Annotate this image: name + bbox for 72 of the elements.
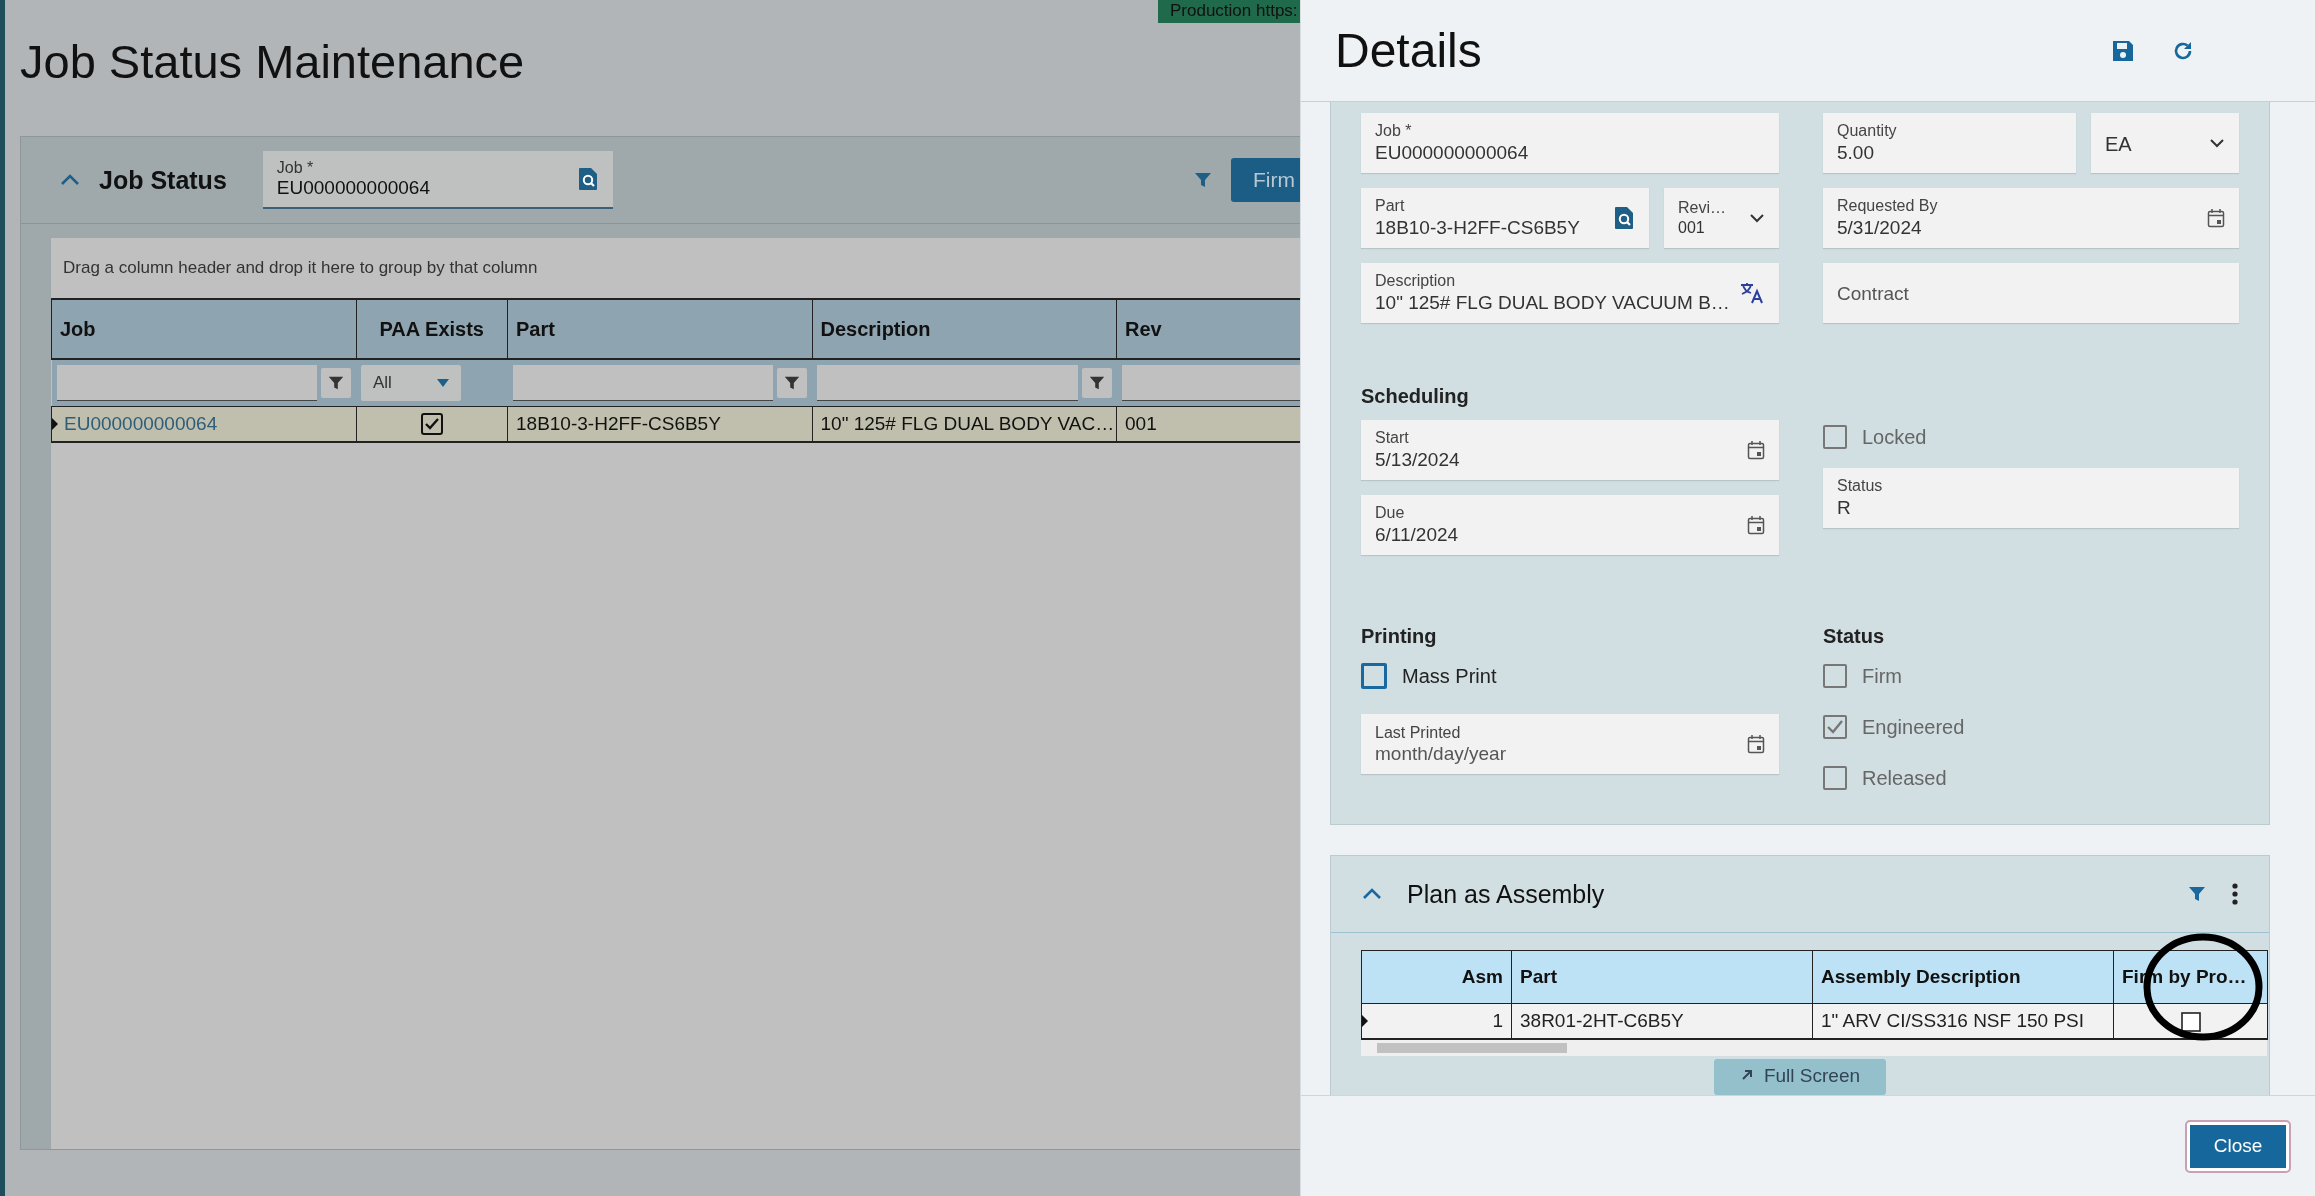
section-heading: Status bbox=[1823, 625, 1886, 648]
table-cell: 1 bbox=[1361, 1003, 1512, 1039]
checkbox-label: Locked bbox=[1862, 425, 1927, 449]
column-header[interactable]: Rev bbox=[1116, 299, 1300, 359]
column-header[interactable]: Assembly Description bbox=[1812, 950, 2114, 1004]
column-header[interactable]: Part bbox=[1511, 950, 1813, 1004]
chevron-down-icon[interactable] bbox=[1749, 212, 1765, 224]
full-screen-button[interactable]: Full Screen bbox=[1713, 1059, 1887, 1095]
checkbox-label: Firm bbox=[1862, 664, 1902, 688]
start-date-field[interactable]: Start 5/13/2024 bbox=[1361, 420, 1779, 480]
job-field[interactable]: Job * EU000000000064 bbox=[262, 151, 613, 209]
filter-dropdown[interactable]: All bbox=[361, 365, 461, 401]
environment-tag: Production https: bbox=[1158, 0, 1300, 23]
section-title: Job Status bbox=[99, 165, 227, 195]
section-title: Plan as Assembly bbox=[1407, 879, 1606, 909]
calendar-icon[interactable] bbox=[1747, 515, 1765, 535]
unit-dropdown[interactable]: EA bbox=[2091, 113, 2239, 173]
status-field[interactable]: Status R bbox=[1823, 468, 2239, 528]
revision-dropdown[interactable]: Revi… 001 bbox=[1664, 188, 1779, 248]
calendar-icon[interactable] bbox=[1747, 440, 1765, 460]
group-hint: Drag a column header and drop it here to group by that column bbox=[62, 257, 539, 279]
checkbox-label: Engineered bbox=[1862, 715, 1965, 739]
date-input[interactable]: month/day/year bbox=[1375, 741, 1747, 765]
filter-icon[interactable] bbox=[1087, 374, 1106, 392]
requested-by-field[interactable]: Requested By 5/31/2024 bbox=[1823, 188, 2239, 248]
search-icon[interactable] bbox=[1613, 206, 1635, 230]
checkbox[interactable] bbox=[1361, 663, 1387, 689]
table-cell: 18B10-3-H2FF-CS6B5Y bbox=[507, 406, 812, 442]
quantity-field[interactable]: Quantity 5.00 bbox=[1823, 113, 2076, 173]
part-field[interactable]: Part 18B10-3-H2FF-CS6B5Y bbox=[1361, 188, 1649, 248]
checkbox-label: Released bbox=[1862, 766, 1947, 790]
table-cell: 1" ARV CI/SS316 NSF 150 PSI bbox=[1812, 1003, 2114, 1039]
column-header[interactable]: PAA Exists bbox=[356, 299, 508, 359]
contract-input[interactable]: Contract bbox=[1837, 281, 2225, 305]
checkbox-label: Mass Print bbox=[1402, 664, 1497, 688]
collapse-icon[interactable] bbox=[59, 173, 81, 187]
filter-icon[interactable] bbox=[783, 374, 801, 392]
panel-title: Details bbox=[1335, 23, 1483, 78]
due-date-field[interactable]: Due 6/11/2024 bbox=[1361, 495, 1779, 555]
calendar-icon[interactable] bbox=[2207, 208, 2225, 228]
last-printed-field[interactable]: Last Printed month/day/year bbox=[1361, 714, 1779, 774]
filter-field[interactable] bbox=[817, 365, 1078, 401]
column-header[interactable]: Job bbox=[51, 299, 356, 359]
collapse-icon[interactable] bbox=[1361, 887, 1383, 901]
table-cell: 001 bbox=[1116, 406, 1300, 442]
table-cell: 10" 125# FLG DUAL BODY VAC… bbox=[812, 406, 1117, 442]
horizontal-scrollbar[interactable] bbox=[1361, 1040, 2267, 1056]
column-header[interactable]: Part bbox=[507, 299, 812, 359]
translate-icon[interactable] bbox=[1739, 281, 1765, 305]
filter-field[interactable] bbox=[56, 365, 317, 401]
filter-icon[interactable] bbox=[2187, 884, 2207, 904]
column-header[interactable]: Description bbox=[812, 299, 1117, 359]
search-icon[interactable] bbox=[576, 167, 599, 191]
filter-icon[interactable] bbox=[327, 374, 345, 392]
close-button[interactable]: Close bbox=[2187, 1121, 2289, 1171]
column-header[interactable]: Asm bbox=[1361, 950, 1512, 1004]
checkbox[interactable] bbox=[2180, 1012, 2201, 1032]
job-field[interactable]: Job * EU000000000064 bbox=[1361, 113, 1779, 173]
contract-field[interactable]: Contract bbox=[1823, 263, 2239, 323]
chevron-down-icon[interactable] bbox=[2209, 137, 2225, 149]
page-title: Job Status Maintenance bbox=[20, 34, 526, 90]
table-cell[interactable]: EU000000000064 bbox=[51, 406, 356, 442]
caret-icon[interactable] bbox=[437, 379, 449, 387]
description-field[interactable]: Description 10" 125# FLG DUAL BODY VACUUM B… bbox=[1361, 263, 1779, 323]
firm-button[interactable]: Firm bbox=[1231, 158, 1300, 202]
more-icon[interactable] bbox=[2231, 883, 2239, 905]
table-cell: 38R01-2HT-C6B5Y bbox=[1511, 1003, 1813, 1039]
filter-field[interactable] bbox=[512, 365, 773, 401]
section-heading: Printing bbox=[1361, 625, 1438, 648]
calendar-icon[interactable] bbox=[1747, 734, 1765, 754]
section-heading: Scheduling bbox=[1361, 385, 1470, 408]
save-icon[interactable] bbox=[2111, 38, 2135, 63]
